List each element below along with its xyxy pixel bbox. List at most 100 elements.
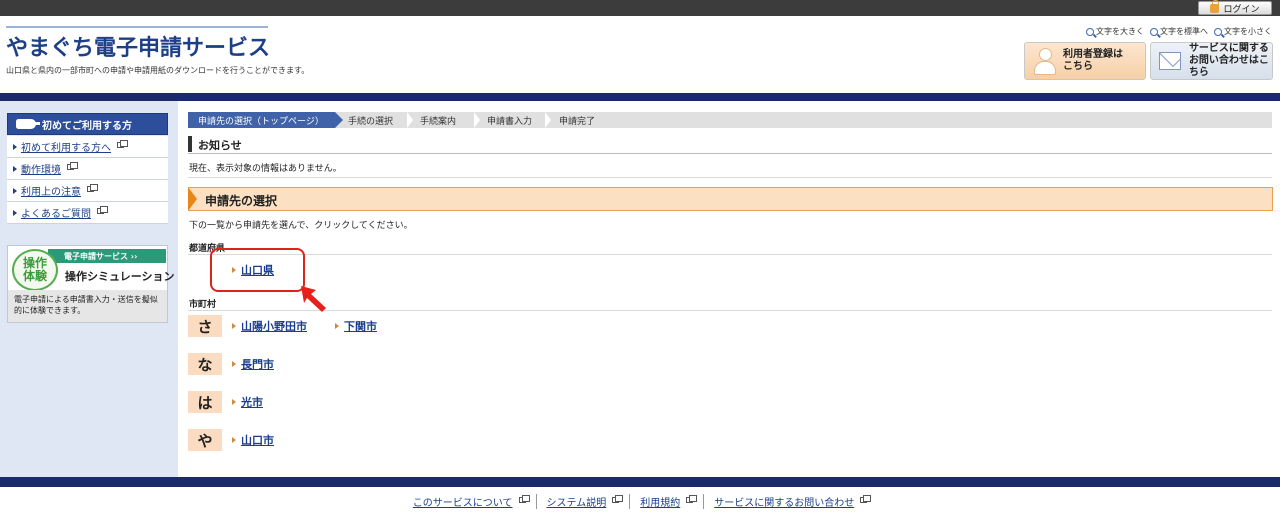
simulation-title: 操作シミュレーション [65,270,175,283]
triangle-icon [232,323,236,329]
step-application-input: 申請書入力 [474,112,551,128]
font-standard-button[interactable]: 文字を標準へ [1150,26,1208,37]
sidebar-item-first-time[interactable]: 初めて利用する方へ [7,136,168,158]
footer-link[interactable]: 利用規約 [640,494,680,509]
footer-link[interactable]: このサービスについて [413,494,513,509]
sidebar-item-label[interactable]: 初めて利用する方へ [21,139,111,154]
step-label: 申請先の選択（トップページ） [198,116,324,127]
footer-band [0,477,1280,487]
triangle-icon [335,323,339,329]
login-label: ログイン [1223,4,1260,15]
triangle-icon [13,187,17,194]
city-link[interactable]: 下関市 [344,318,377,334]
footer-item-about[interactable]: このサービスについて [403,494,536,509]
site-description: 山口県と県内の一部市町への申請や申請用紙のダウンロードを行うことができます。 [6,66,310,75]
external-window-icon [97,205,108,214]
divider [188,254,1272,255]
footer-link[interactable]: サービスに関するお問い合わせ [714,494,854,509]
external-window-icon [612,494,624,503]
heading-arrow-icon [188,187,197,211]
city-link[interactable]: 山陽小野田市 [241,318,307,334]
step-label: 手続案内 [420,116,457,127]
red-arrow-icon [301,286,326,312]
font-larger-button[interactable]: 文字を大きく [1086,26,1144,37]
footer-item-system[interactable]: システム説明 [535,494,630,509]
city-link[interactable]: 光市 [241,394,263,410]
link-prefecture[interactable]: 山口県 [232,262,274,278]
prefecture-link[interactable]: 山口県 [241,262,274,278]
heading-bar [188,136,192,152]
city-link[interactable]: 長門市 [241,356,274,372]
step-select-destination: 申請先の選択（トップページ） [188,112,343,128]
link-city[interactable]: 下関市 [335,318,377,334]
progress-steps: 申請先の選択（トップページ） 手続の選択 手続案内 申請書入力 申請完了 [188,112,1272,128]
step-label: 申請完了 [559,116,596,127]
triangle-icon [232,361,236,367]
step-complete: 申請完了 [545,112,615,128]
contact-label-line2: お問い合わせはこちら [1188,55,1269,78]
lock-icon [1210,0,1220,13]
top-bar: ログイン [0,0,1280,16]
simulation-badge-label: 操作 体験 [22,256,47,283]
link-city[interactable]: 山口市 [232,432,274,448]
simulation-banner-top: 電子申請サービス ›› 操作シミュレーション 操作 体験 [8,246,175,291]
sidebar-list: 初めて利用する方へ 動作環境 利用上の注意 よくあるご質問 [7,136,168,224]
prefecture-label: 都道府県 [189,244,226,254]
pointing-hand-icon [16,119,40,129]
step-label: 手続の選択 [348,116,394,127]
kana-sa: さ [188,315,222,337]
selection-instruction: 下の一覧から申請先を選んで、クリックしてください。 [189,221,413,231]
sidebar-item-environment[interactable]: 動作環境 [7,158,168,180]
person-icon [1033,48,1056,75]
contact-button[interactable]: サービスに関する お問い合わせはこちら [1150,42,1273,80]
external-window-icon [117,139,128,148]
kana-na: な [188,353,222,375]
contact-label-line1: サービスに関する [1188,43,1269,54]
zoom-in-icon [1086,27,1094,36]
sidebar-item-faq[interactable]: よくあるご質問 [7,202,168,224]
font-standard-label: 文字を標準へ [1160,27,1208,36]
registration-label: 利用者登録は こちら [1063,49,1123,73]
city-link[interactable]: 山口市 [241,432,274,448]
external-window-icon [860,494,872,503]
simulation-description: 電子申請による申請書入力・送信を擬似的に体験できます。 [8,290,167,322]
font-smaller-button[interactable]: 文字を小さく [1214,26,1272,37]
font-larger-label: 文字を大きく [1096,27,1144,36]
link-city[interactable]: 光市 [232,394,263,410]
triangle-icon [13,209,17,216]
user-registration-button[interactable]: 利用者登録は こちら [1024,42,1146,80]
divider [188,177,1272,178]
footer-item-terms[interactable]: 利用規約 [629,494,703,509]
footer: このサービスについて システム説明 利用規約 サービスに関するお問い合わせ [0,494,1280,509]
site-title[interactable]: やまぐち電子申請サービス [6,30,270,62]
kana-ha: は [188,391,222,413]
registration-label-line2: こちら [1063,61,1093,72]
notice-heading-label: お知らせ [198,139,242,152]
footer-item-contact[interactable]: サービスに関するお問い合わせ [703,494,877,509]
footer-link[interactable]: システム説明 [547,494,607,509]
triangle-icon [232,267,236,273]
external-window-icon [87,183,98,192]
simulation-banner[interactable]: 電子申請サービス ›› 操作シミュレーション 操作 体験 電子申請による申請書入… [7,245,175,323]
envelope-icon [1159,52,1181,70]
header-band [0,93,1280,101]
sidebar-item-label[interactable]: 動作環境 [21,161,61,176]
step-label: 申請書入力 [487,116,533,127]
step-procedure-guide: 手続案内 [407,112,480,128]
notice-heading: お知らせ [188,136,1272,154]
title-rule [6,26,268,28]
external-window-icon [686,494,698,503]
link-city[interactable]: 長門市 [232,356,274,372]
sidebar-item-label[interactable]: 利用上の注意 [21,183,81,198]
selection-heading-label: 申請先の選択 [205,194,278,208]
selection-heading: 申請先の選択 [188,187,1273,211]
triangle-icon [232,437,236,443]
link-city[interactable]: 山陽小野田市 [232,318,307,334]
sidebar-heading: 初めてご利用する方 [7,113,168,135]
sidebar-item-notes[interactable]: 利用上の注意 [7,180,168,202]
login-button[interactable]: ログイン [1198,0,1272,15]
kana-ya: や [188,429,222,451]
sidebar-item-label[interactable]: よくあるご質問 [21,205,91,220]
registration-label-line1: 利用者登録は [1063,49,1123,60]
sidebar: 初めてご利用する方 初めて利用する方へ 動作環境 利用上の注意 よくあるご質問 … [0,101,178,477]
